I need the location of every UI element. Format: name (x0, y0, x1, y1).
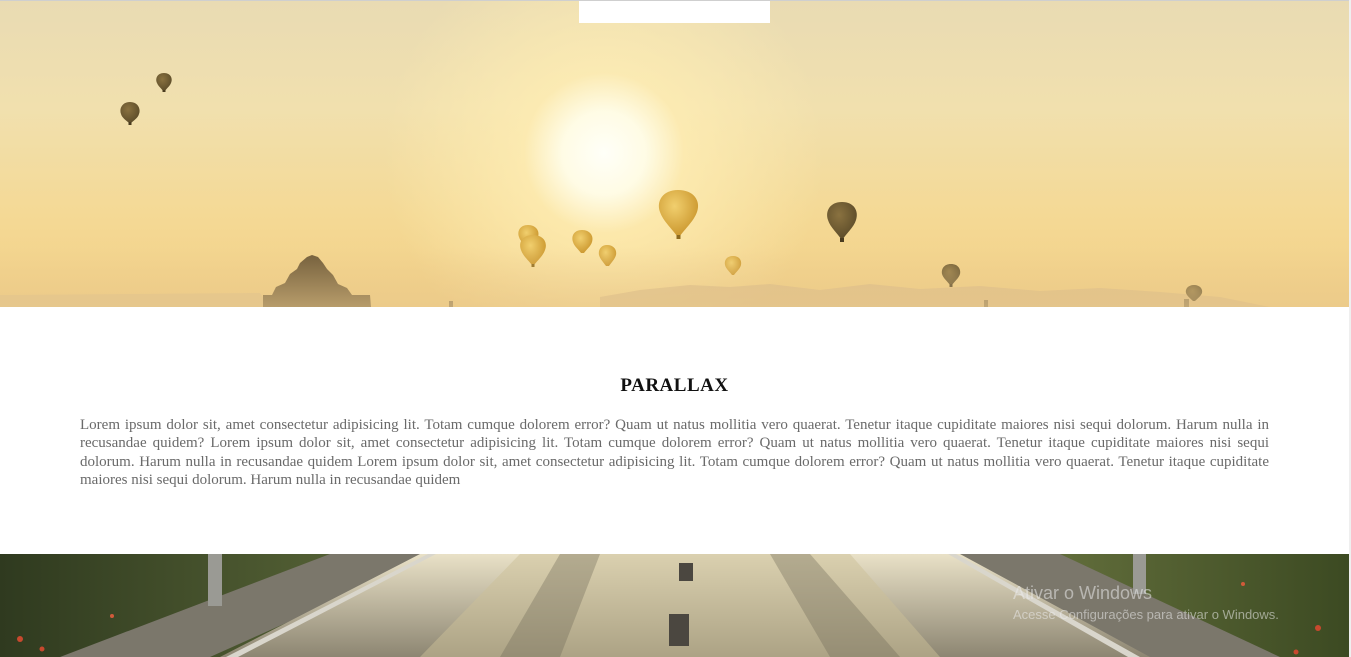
section-title: PARALLAX (620, 375, 729, 396)
balloon-icon (658, 190, 699, 239)
balloon-icon (120, 102, 140, 125)
content-section: PARALLAX Lorem ipsum dolor sit, amet con… (0, 307, 1349, 554)
road-landscape-image (0, 554, 1349, 657)
parallax-hero-section (0, 0, 1349, 307)
section-paragraph: Lorem ipsum dolor sit, amet consectetur … (80, 417, 1269, 488)
balloon-icon (156, 73, 172, 92)
balloon-icon (827, 202, 857, 242)
horizon-haze (0, 247, 1349, 307)
top-white-box (579, 1, 770, 23)
parallax-road-section (0, 554, 1349, 657)
